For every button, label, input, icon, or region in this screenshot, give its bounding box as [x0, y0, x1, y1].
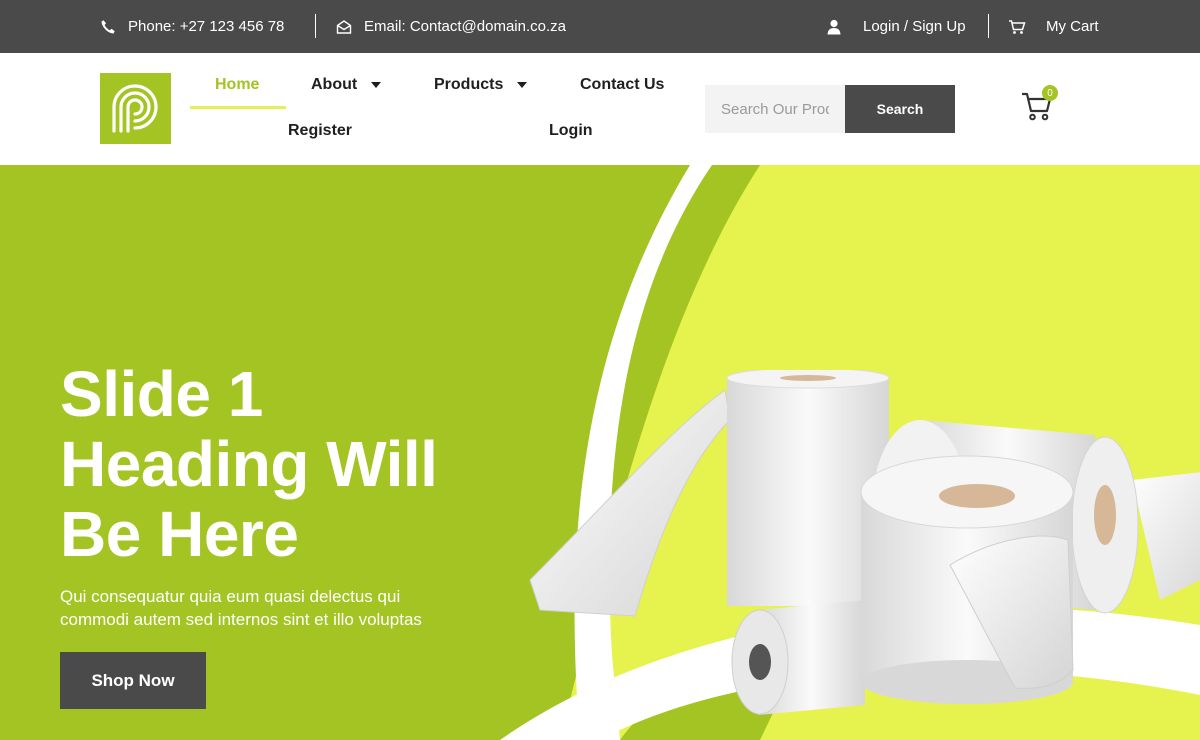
- nav-register-label: Register: [288, 122, 353, 139]
- paper-rolls-image: [529, 370, 1200, 715]
- logo[interactable]: [100, 73, 171, 144]
- hero-heading: Slide 1 Heading Will Be Here: [60, 359, 540, 569]
- logo-icon: [112, 84, 158, 133]
- nav-login-label: Login: [549, 122, 593, 139]
- nav-about[interactable]: About: [311, 76, 382, 94]
- phone-icon: [100, 19, 116, 35]
- my-cart-link[interactable]: My Cart: [1008, 0, 1099, 53]
- active-underline: [190, 106, 286, 109]
- divider: [988, 14, 989, 38]
- hero-heading-line: Heading Will: [60, 428, 438, 500]
- nav-register[interactable]: Register: [288, 122, 352, 140]
- shop-now-button[interactable]: Shop Now: [60, 652, 206, 709]
- cart-icon: [1008, 19, 1026, 35]
- login-signup-text: Login / Sign Up: [863, 18, 966, 35]
- hero-slider: Slide 1 Heading Will Be Here Qui consequ…: [0, 165, 1200, 740]
- main-header: Home About Products Contact Us Register …: [0, 53, 1200, 165]
- phone-text: Phone: +27 123 456 78: [128, 18, 285, 35]
- nav-about-label: About: [311, 76, 358, 93]
- nav-contact-label: Contact Us: [580, 76, 665, 93]
- nav-products-label: Products: [434, 76, 504, 93]
- divider: [315, 14, 316, 38]
- envelope-icon: [336, 19, 352, 35]
- phone-contact[interactable]: Phone: +27 123 456 78: [100, 0, 284, 53]
- email-text: Email: Contact@domain.co.za: [364, 18, 566, 35]
- search-input[interactable]: [705, 85, 845, 133]
- hero-subtext-line: commodi autem sed internos sint et illo …: [60, 610, 422, 629]
- hero-heading-line: Be Here: [60, 498, 299, 570]
- top-bar: Phone: +27 123 456 78 Email: Contact@dom…: [0, 0, 1200, 53]
- nav-contact-us[interactable]: Contact Us: [580, 76, 664, 94]
- hero-subtext-line: Qui consequatur quia eum quasi delectus …: [60, 587, 401, 606]
- my-cart-text: My Cart: [1046, 18, 1099, 35]
- cart-count-badge: 0: [1042, 85, 1058, 101]
- nav-home-label: Home: [215, 76, 260, 93]
- nav-login[interactable]: Login: [549, 122, 593, 140]
- nav-products[interactable]: Products: [434, 76, 528, 94]
- search-button[interactable]: Search: [845, 85, 955, 133]
- header-cart-button[interactable]: 0: [1020, 83, 1060, 123]
- user-icon: [827, 19, 841, 35]
- nav-home[interactable]: Home: [215, 76, 259, 94]
- login-signup-link[interactable]: Login / Sign Up: [827, 0, 966, 53]
- email-contact[interactable]: Email: Contact@domain.co.za: [336, 0, 566, 53]
- caret-down-icon: [371, 82, 382, 88]
- caret-down-icon: [517, 82, 528, 88]
- hero-heading-line: Slide 1: [60, 358, 263, 430]
- hero-subtext: Qui consequatur quia eum quasi delectus …: [60, 585, 520, 631]
